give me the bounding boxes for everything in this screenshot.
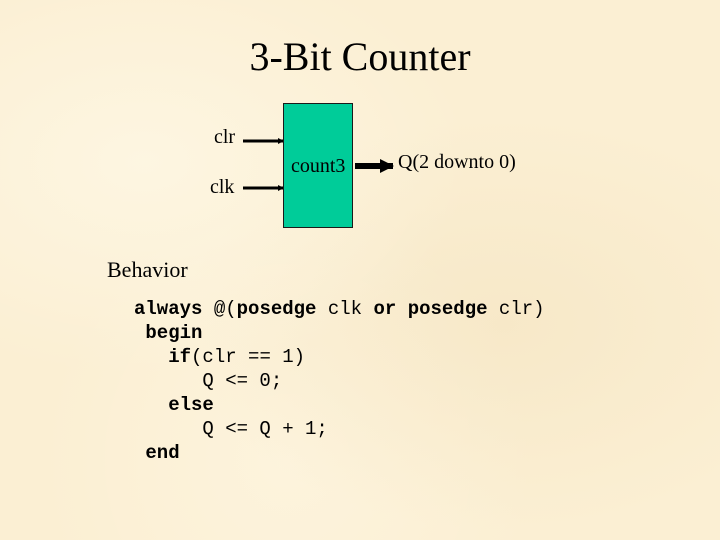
input-label-clk: clk bbox=[210, 176, 235, 198]
code-text: clk bbox=[316, 298, 374, 320]
code-line: end bbox=[134, 441, 545, 465]
code-keyword: always bbox=[134, 298, 203, 320]
code-keyword: posedge bbox=[407, 298, 488, 320]
code-line: Q <= 0; bbox=[134, 369, 545, 393]
count3-block-label: count3 bbox=[291, 155, 346, 177]
code-text: Q <= 0; bbox=[134, 370, 283, 392]
code-text: Q <= Q + 1; bbox=[134, 418, 328, 440]
code-line: Q <= Q + 1; bbox=[134, 417, 545, 441]
code-text: @( bbox=[202, 298, 237, 320]
code-keyword: else bbox=[168, 394, 214, 416]
verilog-code-block: always @(posedge clk or posedge clr) beg… bbox=[134, 297, 545, 465]
code-line: else bbox=[134, 393, 545, 417]
code-keyword: posedge bbox=[236, 298, 317, 320]
code-keyword: begin bbox=[145, 322, 203, 344]
code-keyword: if bbox=[168, 346, 192, 368]
output-label-q: Q(2 downto 0) bbox=[398, 151, 516, 173]
code-text: clr) bbox=[487, 298, 545, 320]
code-line: always @(posedge clk or posedge clr) bbox=[134, 297, 545, 321]
code-keyword: end bbox=[145, 442, 180, 464]
behavior-heading: Behavior bbox=[107, 257, 188, 282]
code-text: (clr == 1) bbox=[191, 346, 306, 368]
code-line: begin bbox=[134, 321, 545, 345]
code-line: if(clr == 1) bbox=[134, 345, 545, 369]
code-keyword: or bbox=[373, 298, 397, 320]
input-label-clr: clr bbox=[214, 126, 236, 148]
